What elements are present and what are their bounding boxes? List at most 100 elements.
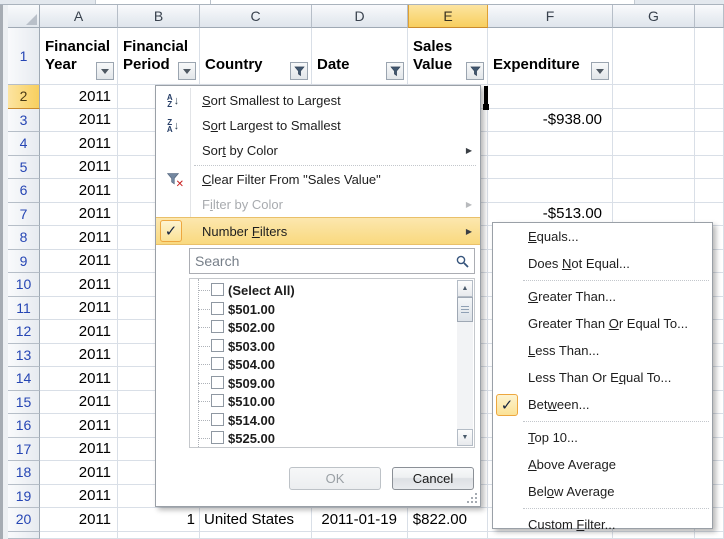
row-header-15[interactable]: 15 — [8, 391, 40, 415]
row-header-5[interactable]: 5 — [8, 156, 40, 180]
row-header-1[interactable]: 1 — [8, 28, 40, 85]
grid-cell-A13[interactable]: 2011 — [40, 344, 118, 368]
grid-cell-G6[interactable] — [613, 179, 695, 203]
header-cell-F[interactable]: Expenditure — [488, 28, 613, 85]
grid-cell-A3[interactable]: 2011 — [40, 109, 118, 133]
menu-item-filter-by-color[interactable]: Filter by Color▶ — [156, 192, 480, 217]
row-header-20[interactable]: 20 — [8, 508, 40, 532]
row-header-10[interactable]: 10 — [8, 273, 40, 297]
row-header-16[interactable]: 16 — [8, 414, 40, 438]
grid-cell-G4[interactable] — [613, 132, 695, 156]
submenu-item-less-than-or-equal-to[interactable]: Less Than Or Equal To... — [493, 364, 712, 391]
filter-funnel-button[interactable] — [290, 62, 308, 80]
submenu-item-less-than[interactable]: Less Than... — [493, 337, 712, 364]
filter-value-item[interactable]: $503.00 — [190, 337, 474, 356]
filter-funnel-button[interactable] — [386, 62, 404, 80]
grid-cell-A9[interactable]: 2011 — [40, 250, 118, 274]
column-header-F[interactable]: F — [488, 5, 613, 28]
scrollbar-down-button[interactable]: ▼ — [457, 429, 473, 446]
grid-cell-D20[interactable]: 2011-01-19 — [312, 508, 408, 532]
menu-item-number-filters[interactable]: ✓Number Filters▶ — [156, 217, 480, 245]
grid-cell-A12[interactable]: 2011 — [40, 320, 118, 344]
search-input[interactable] — [190, 249, 474, 273]
grid-cell-G5[interactable] — [613, 156, 695, 180]
filter-dropdown-button[interactable] — [96, 62, 114, 80]
filter-funnel-button[interactable] — [466, 62, 484, 80]
filter-value-item[interactable]: $501.00 — [190, 300, 474, 319]
row-header-19[interactable]: 19 — [8, 485, 40, 509]
grid-cell-B20[interactable]: 1 — [118, 508, 200, 532]
grid-cell-A16[interactable]: 2011 — [40, 414, 118, 438]
header-cell-B[interactable]: FinancialPeriod — [118, 28, 200, 85]
grid-cell-x2[interactable] — [695, 85, 724, 109]
value-checkbox[interactable] — [211, 376, 224, 389]
grid-cell-F6[interactable] — [488, 179, 613, 203]
submenu-item-greater-than[interactable]: Greater Than... — [493, 283, 712, 310]
scrollbar[interactable]: ▲ ▼ — [457, 280, 473, 446]
grid-cell-A8[interactable]: 2011 — [40, 226, 118, 250]
header-cell-C[interactable]: Country — [200, 28, 312, 85]
search-icon[interactable] — [456, 255, 469, 268]
select-all-corner[interactable] — [8, 5, 40, 28]
value-checkbox[interactable] — [211, 357, 224, 370]
grid-cell-G3[interactable] — [613, 109, 695, 133]
row-header-14[interactable]: 14 — [8, 367, 40, 391]
column-header-C[interactable]: C — [200, 5, 312, 28]
active-cell-fill-handle[interactable] — [483, 104, 489, 110]
filter-value-item[interactable]: (Select All) — [190, 281, 474, 300]
value-checkbox[interactable] — [211, 394, 224, 407]
submenu-item-between[interactable]: ✓Between... — [493, 391, 712, 418]
grid-cell-A18[interactable]: 2011 — [40, 461, 118, 485]
grid-cell-G2[interactable] — [613, 85, 695, 109]
filter-value-item[interactable]: $510.00 — [190, 392, 474, 411]
ok-button[interactable]: OK — [289, 467, 381, 490]
row-header-11[interactable]: 11 — [8, 297, 40, 321]
menu-item-sort-largest-to-smallest[interactable]: ZA↓Sort Largest to Smallest — [156, 113, 480, 138]
grid-cell-A10[interactable]: 2011 — [40, 273, 118, 297]
grid-cell-A17[interactable]: 2011 — [40, 438, 118, 462]
grid-cell-E20[interactable]: $822.00 — [408, 508, 488, 532]
column-header-E[interactable]: E — [408, 5, 488, 28]
header-cell-G[interactable] — [613, 28, 695, 85]
scrollbar-thumb[interactable] — [457, 297, 473, 322]
value-checkbox[interactable] — [211, 413, 224, 426]
grid-cell-A4[interactable]: 2011 — [40, 132, 118, 156]
column-header-G[interactable]: G — [613, 5, 695, 28]
menu-item-clear-filter-from-sales-value[interactable]: ✕Clear Filter From "Sales Value" — [156, 167, 480, 192]
submenu-item-below-average[interactable]: Below Average — [493, 478, 712, 505]
filter-value-item-partial[interactable] — [190, 448, 474, 449]
grid-cell-A5[interactable]: 2011 — [40, 156, 118, 180]
filter-value-item[interactable]: $504.00 — [190, 355, 474, 374]
row-header-12[interactable]: 12 — [8, 320, 40, 344]
row-header-2[interactable]: 2 — [8, 85, 40, 109]
grid-cell-A15[interactable]: 2011 — [40, 391, 118, 415]
header-cell-D[interactable]: Date — [312, 28, 408, 85]
grid-cell-F3[interactable]: -$938.00 — [488, 109, 613, 133]
grid-cell-A19[interactable]: 2011 — [40, 485, 118, 509]
grid-cell-A2[interactable]: 2011 — [40, 85, 118, 109]
row-header-9[interactable]: 9 — [8, 250, 40, 274]
grid-cell-x5[interactable] — [695, 156, 724, 180]
header-cell-A[interactable]: FinancialYear — [40, 28, 118, 85]
submenu-item-does-not-equal[interactable]: Does Not Equal... — [493, 250, 712, 277]
grid-cell-F4[interactable] — [488, 132, 613, 156]
header-cell-partial[interactable] — [695, 28, 724, 85]
submenu-item-greater-than-or-equal-to[interactable]: Greater Than Or Equal To... — [493, 310, 712, 337]
column-header-B[interactable]: B — [118, 5, 200, 28]
menu-item-sort-smallest-to-largest[interactable]: AZ↓Sort Smallest to Largest — [156, 88, 480, 113]
column-header-partial[interactable] — [695, 5, 724, 28]
grid-cell-A11[interactable]: 2011 — [40, 297, 118, 321]
row-header-4[interactable]: 4 — [8, 132, 40, 156]
filter-value-item[interactable]: $509.00 — [190, 374, 474, 393]
menu-item-sort-by-color[interactable]: Sort by Color▶ — [156, 138, 480, 163]
row-header-17[interactable]: 17 — [8, 438, 40, 462]
row-header-3[interactable]: 3 — [8, 109, 40, 133]
grid-cell-A14[interactable]: 2011 — [40, 367, 118, 391]
filter-dropdown-button[interactable] — [591, 62, 609, 80]
filter-dropdown-button[interactable] — [178, 62, 196, 80]
row-header-6[interactable]: 6 — [8, 179, 40, 203]
grid-cell-A6[interactable]: 2011 — [40, 179, 118, 203]
header-cell-E[interactable]: SalesValue — [408, 28, 488, 85]
submenu-item-top-10[interactable]: Top 10... — [493, 424, 712, 451]
value-checkbox[interactable] — [211, 320, 224, 333]
